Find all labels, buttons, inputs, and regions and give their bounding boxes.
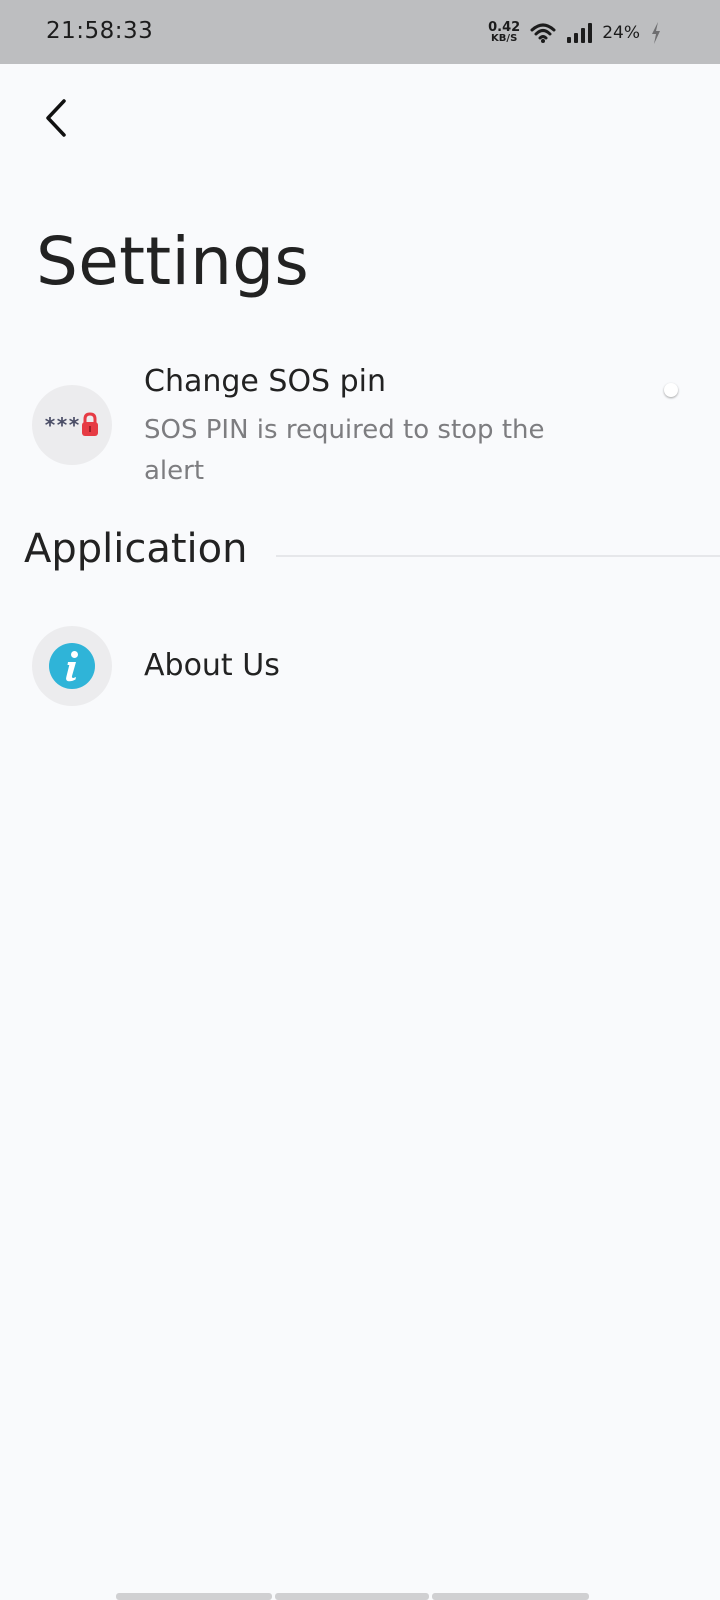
page-title: Settings bbox=[36, 223, 310, 300]
info-icon bbox=[49, 643, 95, 689]
about-us-item[interactable]: About Us bbox=[0, 618, 720, 710]
nav-handle-right bbox=[432, 1593, 589, 1600]
pin-lock-icon: *** bbox=[44, 412, 100, 438]
nav-handle-left bbox=[116, 1593, 272, 1600]
pin-icon-container: *** bbox=[32, 385, 112, 465]
status-bar: 21:58:33 0.42 KB/S 24% bbox=[0, 0, 720, 64]
status-time: 21:58:33 bbox=[46, 18, 154, 44]
network-speed-unit: KB/S bbox=[491, 33, 518, 44]
change-sos-pin-title: Change SOS pin bbox=[144, 364, 387, 399]
wifi-icon bbox=[530, 23, 556, 43]
back-button[interactable] bbox=[34, 94, 78, 142]
toggle-indicator[interactable] bbox=[664, 383, 678, 397]
network-speed: 0.42 KB/S bbox=[488, 20, 521, 44]
about-us-title: About Us bbox=[144, 648, 280, 683]
section-divider bbox=[276, 555, 720, 557]
pin-asterisks: *** bbox=[43, 413, 81, 437]
change-sos-pin-item[interactable]: *** Change SOS pin SOS PIN is required t… bbox=[0, 358, 720, 498]
charging-icon bbox=[652, 22, 660, 44]
lock-icon bbox=[82, 412, 99, 436]
status-icons: 0.42 KB/S 24% bbox=[488, 18, 662, 48]
signal-icon bbox=[567, 23, 593, 43]
nav-handle-middle bbox=[275, 1593, 429, 1600]
network-speed-value: 0.42 bbox=[488, 20, 521, 35]
info-icon-container bbox=[32, 626, 112, 706]
battery-percentage: 24% bbox=[602, 23, 640, 43]
change-sos-pin-subtitle: SOS PIN is required to stop the alert bbox=[144, 415, 545, 486]
back-arrow-icon bbox=[46, 99, 66, 137]
section-header-application: Application bbox=[24, 526, 248, 572]
